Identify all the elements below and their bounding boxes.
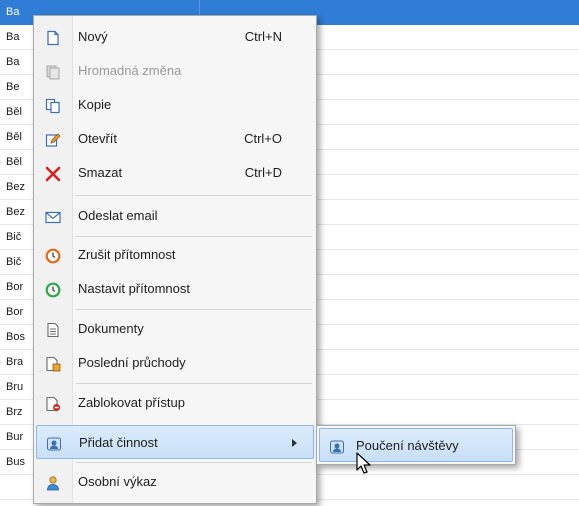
menu-item-documents[interactable]: Dokumenty: [36, 312, 314, 346]
menu-item-label: Zrušit přítomnost: [78, 247, 176, 262]
menu-item-label: Hromadná změna: [78, 63, 182, 78]
submenu-add-activity: Poučení návštěvy: [316, 425, 516, 465]
menu-item-block-access[interactable]: Zablokovat přístup: [36, 386, 314, 420]
delete-x-icon: [44, 165, 62, 183]
menu-item-label: Nastavit přítomnost: [78, 281, 190, 296]
cancel-presence-icon: [44, 247, 62, 265]
submenu-arrow-icon: [292, 439, 297, 447]
menu-item-label: Odeslat email: [78, 208, 158, 223]
block-access-icon: [44, 395, 62, 413]
mouse-cursor-icon: [356, 452, 371, 474]
menu-item-label: Nový: [78, 29, 108, 44]
copy-icon: [44, 97, 62, 115]
menu-item-shortcut: Ctrl+O: [244, 131, 282, 146]
menu-item-open[interactable]: Otevřít Ctrl+O: [36, 122, 314, 156]
menu-item-set-presence[interactable]: Nastavit přítomnost: [36, 272, 314, 306]
set-presence-icon: [44, 281, 62, 299]
menu-item-delete[interactable]: Smazat Ctrl+D: [36, 156, 314, 190]
menu-item-label: Osobní výkaz: [78, 474, 157, 489]
menu-separator: [76, 462, 312, 463]
new-document-icon: [44, 29, 62, 47]
menu-separator: [76, 195, 312, 196]
menu-item-shortcut: Ctrl+D: [244, 165, 282, 180]
menu-item-bulk-change[interactable]: Hromadná změna: [36, 54, 314, 88]
menu-item-new[interactable]: Nový Ctrl+N: [36, 20, 314, 54]
menu-item-label: Smazat: [78, 165, 123, 180]
menu-item-label: Dokumenty: [78, 321, 144, 336]
menu-separator: [76, 383, 312, 384]
menu-separator: [76, 236, 312, 237]
documents-icon: [44, 321, 62, 339]
add-activity-icon: [45, 435, 63, 453]
menu-separator: [76, 309, 312, 310]
submenu-item-visitor-instruction[interactable]: Poučení návštěvy: [319, 428, 513, 462]
menu-item-label: Kopie: [78, 97, 112, 112]
menu-item-send-email[interactable]: Odeslat email: [36, 199, 314, 233]
menu-item-copy[interactable]: Kopie: [36, 88, 314, 122]
menu-item-label: Zablokovat přístup: [78, 395, 185, 410]
menu-item-shortcut: Ctrl+N: [244, 29, 282, 44]
edit-pencil-icon: [44, 131, 62, 149]
context-menu: Nový Ctrl+N Hromadná změna Kopie Otevřít…: [33, 15, 317, 504]
last-passages-icon: [44, 355, 62, 373]
bulk-change-icon: [44, 63, 62, 81]
visitor-instruction-icon: [328, 438, 346, 456]
menu-item-label: Poslední průchody: [78, 355, 186, 370]
menu-item-add-activity[interactable]: Přidat činnost: [36, 425, 314, 459]
menu-item-cancel-presence[interactable]: Zrušit přítomnost: [36, 238, 314, 272]
envelope-icon: [44, 208, 62, 226]
menu-item-label: Přidat činnost: [79, 435, 158, 450]
menu-item-last-passages[interactable]: Poslední průchody: [36, 346, 314, 380]
menu-item-label: Otevřít: [78, 131, 118, 146]
menu-item-personal-report[interactable]: Osobní výkaz: [36, 465, 314, 499]
personal-report-icon: [44, 474, 62, 492]
